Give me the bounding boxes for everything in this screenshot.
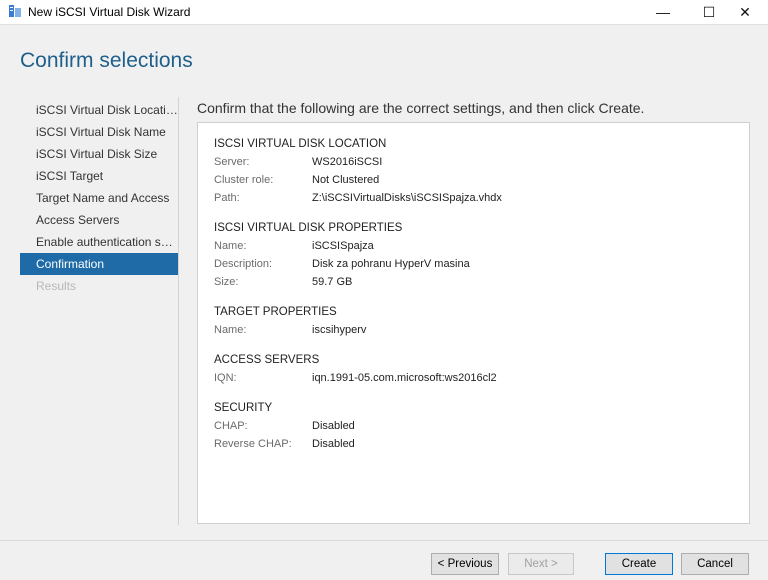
row-key: Name: <box>214 324 247 336</box>
row-value: Disk za pohranu HyperV masina <box>312 258 470 270</box>
section-title: ISCSI VIRTUAL DISK LOCATION <box>214 138 387 150</box>
wizard-step-nav: iSCSI Virtual Disk Location iSCSI Virtua… <box>20 99 178 297</box>
summary-row: Reverse CHAP: Disabled <box>214 435 733 453</box>
title-bar: New iSCSI Virtual Disk Wizard — ☐ ✕ <box>0 0 768 24</box>
section-title: ACCESS SERVERS <box>214 354 320 366</box>
minimize-button[interactable]: — <box>640 0 686 24</box>
summary-section-disk-properties: ISCSI VIRTUAL DISK PROPERTIES Name: iSCS… <box>214 219 733 291</box>
row-key: Server: <box>214 156 250 168</box>
row-value: Not Clustered <box>312 174 380 186</box>
row-value: Z:\iSCSIVirtualDisks\iSCSISpajza.vhdx <box>312 192 502 204</box>
previous-button[interactable]: < Previous <box>431 553 499 575</box>
row-value: 59.7 GB <box>312 276 353 288</box>
close-button[interactable]: ✕ <box>722 0 768 24</box>
summary-row: Cluster role: Not Clustered <box>214 171 733 189</box>
section-title: TARGET PROPERTIES <box>214 306 337 318</box>
section-title: SECURITY <box>214 402 273 414</box>
window-title: New iSCSI Virtual Disk Wizard <box>28 5 191 19</box>
footer-divider <box>0 540 768 541</box>
row-value: iSCSISpajza <box>312 240 374 252</box>
summary-row: Description: Disk za pohranu HyperV masi… <box>214 255 733 273</box>
wizard-content: Confirm selections iSCSI Virtual Disk Lo… <box>0 24 768 580</box>
nav-item-confirmation[interactable]: Confirmation <box>20 253 178 275</box>
summary-section-access-servers: ACCESS SERVERS IQN: iqn.1991-05.com.micr… <box>214 351 733 387</box>
nav-item-disk-size[interactable]: iSCSI Virtual Disk Size <box>20 143 178 165</box>
summary-row: Name: iSCSISpajza <box>214 237 733 255</box>
row-value: WS2016iSCSI <box>312 156 383 168</box>
row-key: Description: <box>214 258 273 270</box>
summary-row: Size: 59.7 GB <box>214 273 733 291</box>
row-key: Cluster role: <box>214 174 274 186</box>
row-key: IQN: <box>214 372 237 384</box>
settings-summary-panel: ISCSI VIRTUAL DISK LOCATION Server: WS20… <box>197 122 750 524</box>
next-button: Next > <box>508 553 574 575</box>
summary-row: Path: Z:\iSCSIVirtualDisks\iSCSISpajza.v… <box>214 189 733 207</box>
server-app-icon <box>9 5 21 17</box>
create-button[interactable]: Create <box>605 553 673 575</box>
summary-row: Name: iscsihyperv <box>214 321 733 339</box>
nav-item-access-servers[interactable]: Access Servers <box>20 209 178 231</box>
row-key: Name: <box>214 240 247 252</box>
summary-section-target-properties: TARGET PROPERTIES Name: iscsihyperv <box>214 303 733 339</box>
row-value: Disabled <box>312 420 355 432</box>
nav-item-disk-name[interactable]: iSCSI Virtual Disk Name <box>20 121 178 143</box>
nav-item-enable-authentication[interactable]: Enable authentication ser... <box>20 231 178 253</box>
summary-row: IQN: iqn.1991-05.com.microsoft:ws2016cl2 <box>214 369 733 387</box>
row-key: Size: <box>214 276 239 288</box>
nav-item-target-name-access[interactable]: Target Name and Access <box>20 187 178 209</box>
section-title: ISCSI VIRTUAL DISK PROPERTIES <box>214 222 403 234</box>
nav-item-iscsi-target[interactable]: iSCSI Target <box>20 165 178 187</box>
instruction-text: Confirm that the following are the corre… <box>197 100 645 116</box>
summary-row: CHAP: Disabled <box>214 417 733 435</box>
row-key: Path: <box>214 192 240 204</box>
summary-section-security: SECURITY CHAP: Disabled Reverse CHAP: Di… <box>214 399 733 453</box>
row-key: CHAP: <box>214 420 248 432</box>
cancel-button[interactable]: Cancel <box>681 553 749 575</box>
summary-row: Server: WS2016iSCSI <box>214 153 733 171</box>
page-title: Confirm selections <box>20 49 193 72</box>
row-value: Disabled <box>312 438 355 450</box>
row-value: iqn.1991-05.com.microsoft:ws2016cl2 <box>312 372 497 384</box>
row-value: iscsihyperv <box>312 324 367 336</box>
nav-item-disk-location[interactable]: iSCSI Virtual Disk Location <box>20 99 178 121</box>
nav-divider <box>178 97 179 525</box>
row-key: Reverse CHAP: <box>214 438 292 450</box>
nav-item-results: Results <box>36 279 77 293</box>
summary-section-disk-location: ISCSI VIRTUAL DISK LOCATION Server: WS20… <box>214 135 733 207</box>
